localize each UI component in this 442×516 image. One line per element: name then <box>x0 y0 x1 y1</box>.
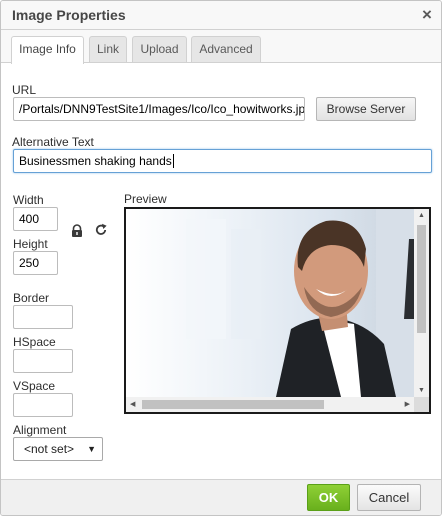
scroll-left-icon[interactable]: ◀ <box>130 400 135 408</box>
height-input[interactable]: 250 <box>13 251 58 275</box>
cancel-button[interactable]: Cancel <box>357 484 421 511</box>
image-info-panel: URL /Portals/DNN9TestSite1/Images/Ico/Ic… <box>1 62 441 479</box>
height-label: Height <box>13 237 48 251</box>
tab-bar: Image Info Link Upload Advanced <box>1 31 441 64</box>
preview-label: Preview <box>124 192 167 206</box>
dialog-titlebar[interactable]: Image Properties × <box>1 1 441 30</box>
dropdown-arrow-icon: ▼ <box>87 444 96 454</box>
reset-size-icon[interactable] <box>94 223 108 237</box>
scrollbar-corner <box>414 397 429 412</box>
hspace-label: HSpace <box>13 335 56 349</box>
scroll-down-icon[interactable]: ▼ <box>418 387 425 394</box>
alignment-value: <not set> <box>24 442 75 456</box>
hspace-input[interactable] <box>13 349 73 373</box>
tab-image-info[interactable]: Image Info <box>11 36 84 64</box>
alt-text-value: Businessmen shaking hands <box>19 154 172 168</box>
preview-image <box>126 209 414 397</box>
scroll-up-icon[interactable]: ▲ <box>418 212 425 219</box>
text-caret: ​ <box>172 154 174 168</box>
tab-link[interactable]: Link <box>89 36 127 62</box>
preview-horizontal-scrollbar[interactable]: ◀ ▶ <box>126 397 414 412</box>
vspace-input[interactable] <box>13 393 73 417</box>
ok-button[interactable]: OK <box>307 484 350 511</box>
lock-icon[interactable] <box>70 224 84 238</box>
close-icon[interactable]: × <box>419 6 435 24</box>
tab-advanced[interactable]: Advanced <box>191 36 261 62</box>
alt-text-input[interactable]: Businessmen shaking hands​ <box>13 149 432 173</box>
browse-server-button[interactable]: Browse Server <box>316 97 416 121</box>
preview-vertical-thumb[interactable] <box>417 225 426 333</box>
scroll-right-icon[interactable]: ▶ <box>405 400 410 408</box>
border-label: Border <box>13 291 50 305</box>
alignment-label: Alignment <box>13 423 67 437</box>
border-input[interactable] <box>13 305 73 329</box>
alt-text-label: Alternative Text <box>12 135 94 149</box>
preview-box: ▲ ▼ ◀ ▶ <box>124 207 431 414</box>
vspace-label: VSpace <box>13 379 56 393</box>
alignment-select[interactable]: <not set> ▼ <box>13 437 103 461</box>
image-properties-dialog: Image Properties × Image Info Link Uploa… <box>0 0 442 516</box>
url-input[interactable]: /Portals/DNN9TestSite1/Images/Ico/Ico_ho… <box>13 97 305 121</box>
tab-upload[interactable]: Upload <box>132 36 187 62</box>
width-input[interactable]: 400 <box>13 207 58 231</box>
dialog-footer: OK Cancel <box>1 479 441 515</box>
preview-vertical-scrollbar[interactable]: ▲ ▼ <box>414 209 429 397</box>
width-label: Width <box>13 193 44 207</box>
url-label: URL <box>12 83 37 97</box>
dialog-title: Image Properties <box>12 7 126 23</box>
preview-horizontal-thumb[interactable] <box>142 400 324 409</box>
